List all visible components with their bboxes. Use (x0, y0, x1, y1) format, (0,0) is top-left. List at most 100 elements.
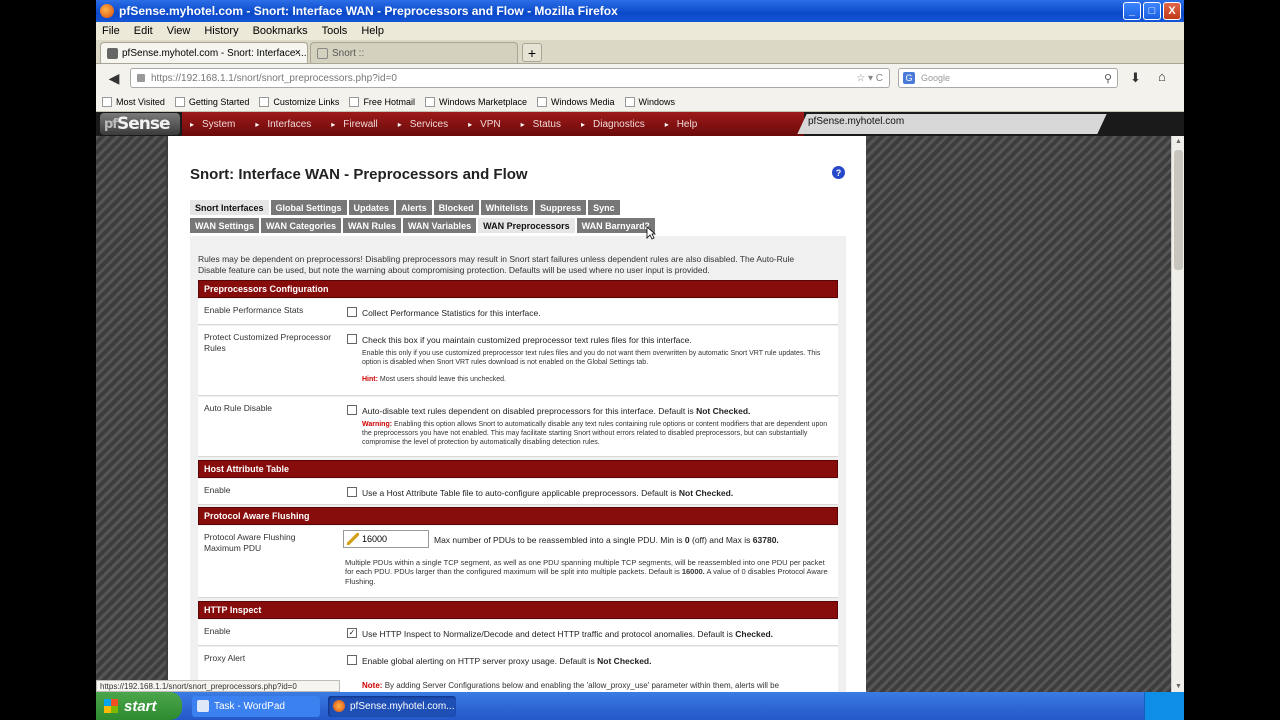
url-text: https://192.168.1.1/snort/snort_preproce… (151, 72, 397, 84)
menu-tools[interactable]: Tools (322, 25, 348, 37)
page-title: Snort: Interface WAN - Preprocessors and… (190, 166, 528, 183)
bookmark-item[interactable]: Windows Marketplace (424, 96, 527, 107)
checkbox-protect-rules[interactable] (347, 334, 357, 344)
tab-alerts[interactable]: Alerts (396, 200, 432, 215)
checkbox-proxy-alert[interactable] (347, 655, 357, 665)
search-input[interactable]: G Google ⚲ (898, 68, 1118, 88)
section-header-preprocessors: Preprocessors Configuration (198, 280, 838, 298)
tab-wan-preprocessors[interactable]: WAN Preprocessors (478, 218, 575, 233)
hostname-label: pfSense.myhotel.com (808, 116, 905, 127)
pfsense-logo[interactable]: pf Sense (100, 113, 180, 135)
field-text: Enable global alerting on HTTP server pr… (362, 656, 652, 666)
intro-text: Rules may be dependent on preprocessors!… (198, 254, 795, 275)
field-text: Use a Host Attribute Table file to auto-… (362, 488, 734, 498)
back-arrow-icon[interactable]: ◀ (104, 69, 124, 87)
search-icon[interactable]: ⚲ (1104, 72, 1112, 85)
nav-firewall[interactable]: Firewall (323, 119, 389, 130)
taskbar-item-firefox[interactable]: pfSense.myhotel.com... (328, 696, 456, 717)
url-bar[interactable]: https://192.168.1.1/snort/snort_preproce… (130, 68, 890, 88)
tab-wan-settings[interactable]: WAN Settings (190, 218, 260, 233)
field-note: Note: By adding Server Configurations be… (362, 681, 780, 690)
checkbox-perf-stats[interactable] (347, 307, 357, 317)
tab-row-interface: WAN Settings WAN Categories WAN Rules WA… (190, 218, 655, 233)
menu-edit[interactable]: Edit (134, 25, 153, 37)
vertical-scrollbar[interactable]: ▲ ▼ (1171, 136, 1184, 692)
minimize-button[interactable]: _ (1123, 2, 1141, 20)
bookmark-item[interactable]: Most Visited (102, 96, 165, 107)
scroll-down-icon[interactable]: ▼ (1175, 683, 1182, 690)
menu-history[interactable]: History (204, 25, 238, 37)
tab-updates[interactable]: Updates (348, 200, 395, 215)
tab-close-icon[interactable]: × (295, 47, 301, 59)
field-label: Enable Performance Stats (204, 305, 304, 315)
menu-view[interactable]: View (167, 25, 191, 37)
max-pdu-input[interactable]: 16000 (343, 530, 429, 548)
navigation-bar: ◀ https://192.168.1.1/snort/snort_prepro… (96, 64, 1184, 92)
tab-sync[interactable]: Sync (588, 200, 620, 215)
scroll-up-icon[interactable]: ▲ (1175, 138, 1182, 145)
help-icon[interactable]: ? (832, 166, 845, 179)
max-pdu-value: 16000 (362, 534, 388, 544)
bookmark-item[interactable]: Free Hotmail (349, 96, 415, 107)
bookmark-page-icon (174, 96, 185, 107)
nav-services[interactable]: Services (390, 119, 460, 130)
decorative-stripes-right (866, 136, 1171, 692)
window-titlebar: pfSense.myhotel.com - Snort: Interface W… (96, 0, 1184, 22)
tab-wan-barnyard2[interactable]: WAN Barnyard2 (576, 218, 655, 233)
nav-vpn[interactable]: VPN (460, 119, 513, 130)
window-title: pfSense.myhotel.com - Snort: Interface W… (119, 4, 618, 18)
download-arrow-icon[interactable]: ⬇ (1130, 70, 1141, 86)
bookmark-page-icon (624, 96, 635, 107)
nav-status[interactable]: Status (513, 119, 573, 130)
menu-file[interactable]: File (102, 25, 120, 37)
tab-whitelists[interactable]: Whitelists (480, 200, 534, 215)
menu-bookmarks[interactable]: Bookmarks (253, 25, 308, 37)
tab-label: pfSense.myhotel.com - Snort: Interface .… (122, 47, 307, 59)
tab-global-settings[interactable]: Global Settings (270, 200, 347, 215)
row-protect-customized: Protect Customized Preprocessor Rules Ch… (198, 326, 838, 396)
wordpad-icon (197, 700, 209, 712)
start-button[interactable]: start (96, 692, 182, 720)
tab-snort-interfaces[interactable]: Snort Interfaces (190, 200, 269, 215)
field-label: Enable (204, 626, 231, 636)
checkbox-http-inspect[interactable]: ✓ (347, 628, 357, 638)
maximize-button[interactable]: □ (1143, 2, 1161, 20)
field-text: Collect Performance Statistics for this … (362, 308, 541, 318)
tab-label: Snort :: (332, 47, 365, 59)
status-bar: https://192.168.1.1/snort/snort_preproce… (96, 680, 340, 692)
checkbox-host-attribute[interactable] (347, 487, 357, 497)
lock-icon (137, 74, 145, 82)
nav-interfaces[interactable]: Interfaces (247, 119, 323, 130)
tab-blocked[interactable]: Blocked (433, 200, 479, 215)
checkbox-auto-rule-disable[interactable] (347, 405, 357, 415)
row-host-attribute-enable: Enable Use a Host Attribute Table file t… (198, 479, 838, 505)
bookmark-item[interactable]: Windows (624, 96, 675, 107)
nav-system[interactable]: System (182, 119, 247, 130)
tab-suppress[interactable]: Suppress (535, 200, 587, 215)
bookmarks-bar: Most Visited Getting Started Customize L… (96, 92, 1184, 112)
bookmark-item[interactable]: Customize Links (259, 96, 339, 107)
tab-wan-variables[interactable]: WAN Variables (403, 218, 477, 233)
new-tab-button[interactable]: + (522, 43, 542, 62)
taskbar: start Task - WordPad pfSense.myhotel.com… (96, 692, 1184, 720)
tab-pfsense[interactable]: pfSense.myhotel.com - Snort: Interface .… (100, 42, 308, 63)
bookmark-item[interactable]: Getting Started (174, 96, 249, 107)
bookmark-page-icon (349, 96, 360, 107)
pencil-icon (347, 533, 359, 545)
tab-wan-rules[interactable]: WAN Rules (343, 218, 402, 233)
bookmark-page-icon (424, 96, 435, 107)
url-controls[interactable]: ☆ ▾ C (856, 73, 883, 84)
taskbar-item-wordpad[interactable]: Task - WordPad (192, 696, 320, 717)
menu-help[interactable]: Help (361, 25, 384, 37)
nav-help[interactable]: Help (657, 119, 710, 130)
tab-wan-categories[interactable]: WAN Categories (261, 218, 342, 233)
field-note: Multiple PDUs within a single TCP segmen… (345, 558, 828, 586)
tab-snort[interactable]: Snort :: (310, 42, 518, 63)
menu-bar: File Edit View History Bookmarks Tools H… (96, 22, 1184, 40)
home-icon[interactable]: ⌂ (1158, 69, 1166, 84)
nav-diagnostics[interactable]: Diagnostics (573, 119, 657, 130)
scrollbar-thumb[interactable] (1174, 150, 1183, 270)
close-button[interactable]: X (1163, 2, 1181, 20)
bookmark-item[interactable]: Windows Media (536, 96, 615, 107)
field-text: Use HTTP Inspect to Normalize/Decode and… (362, 629, 774, 639)
